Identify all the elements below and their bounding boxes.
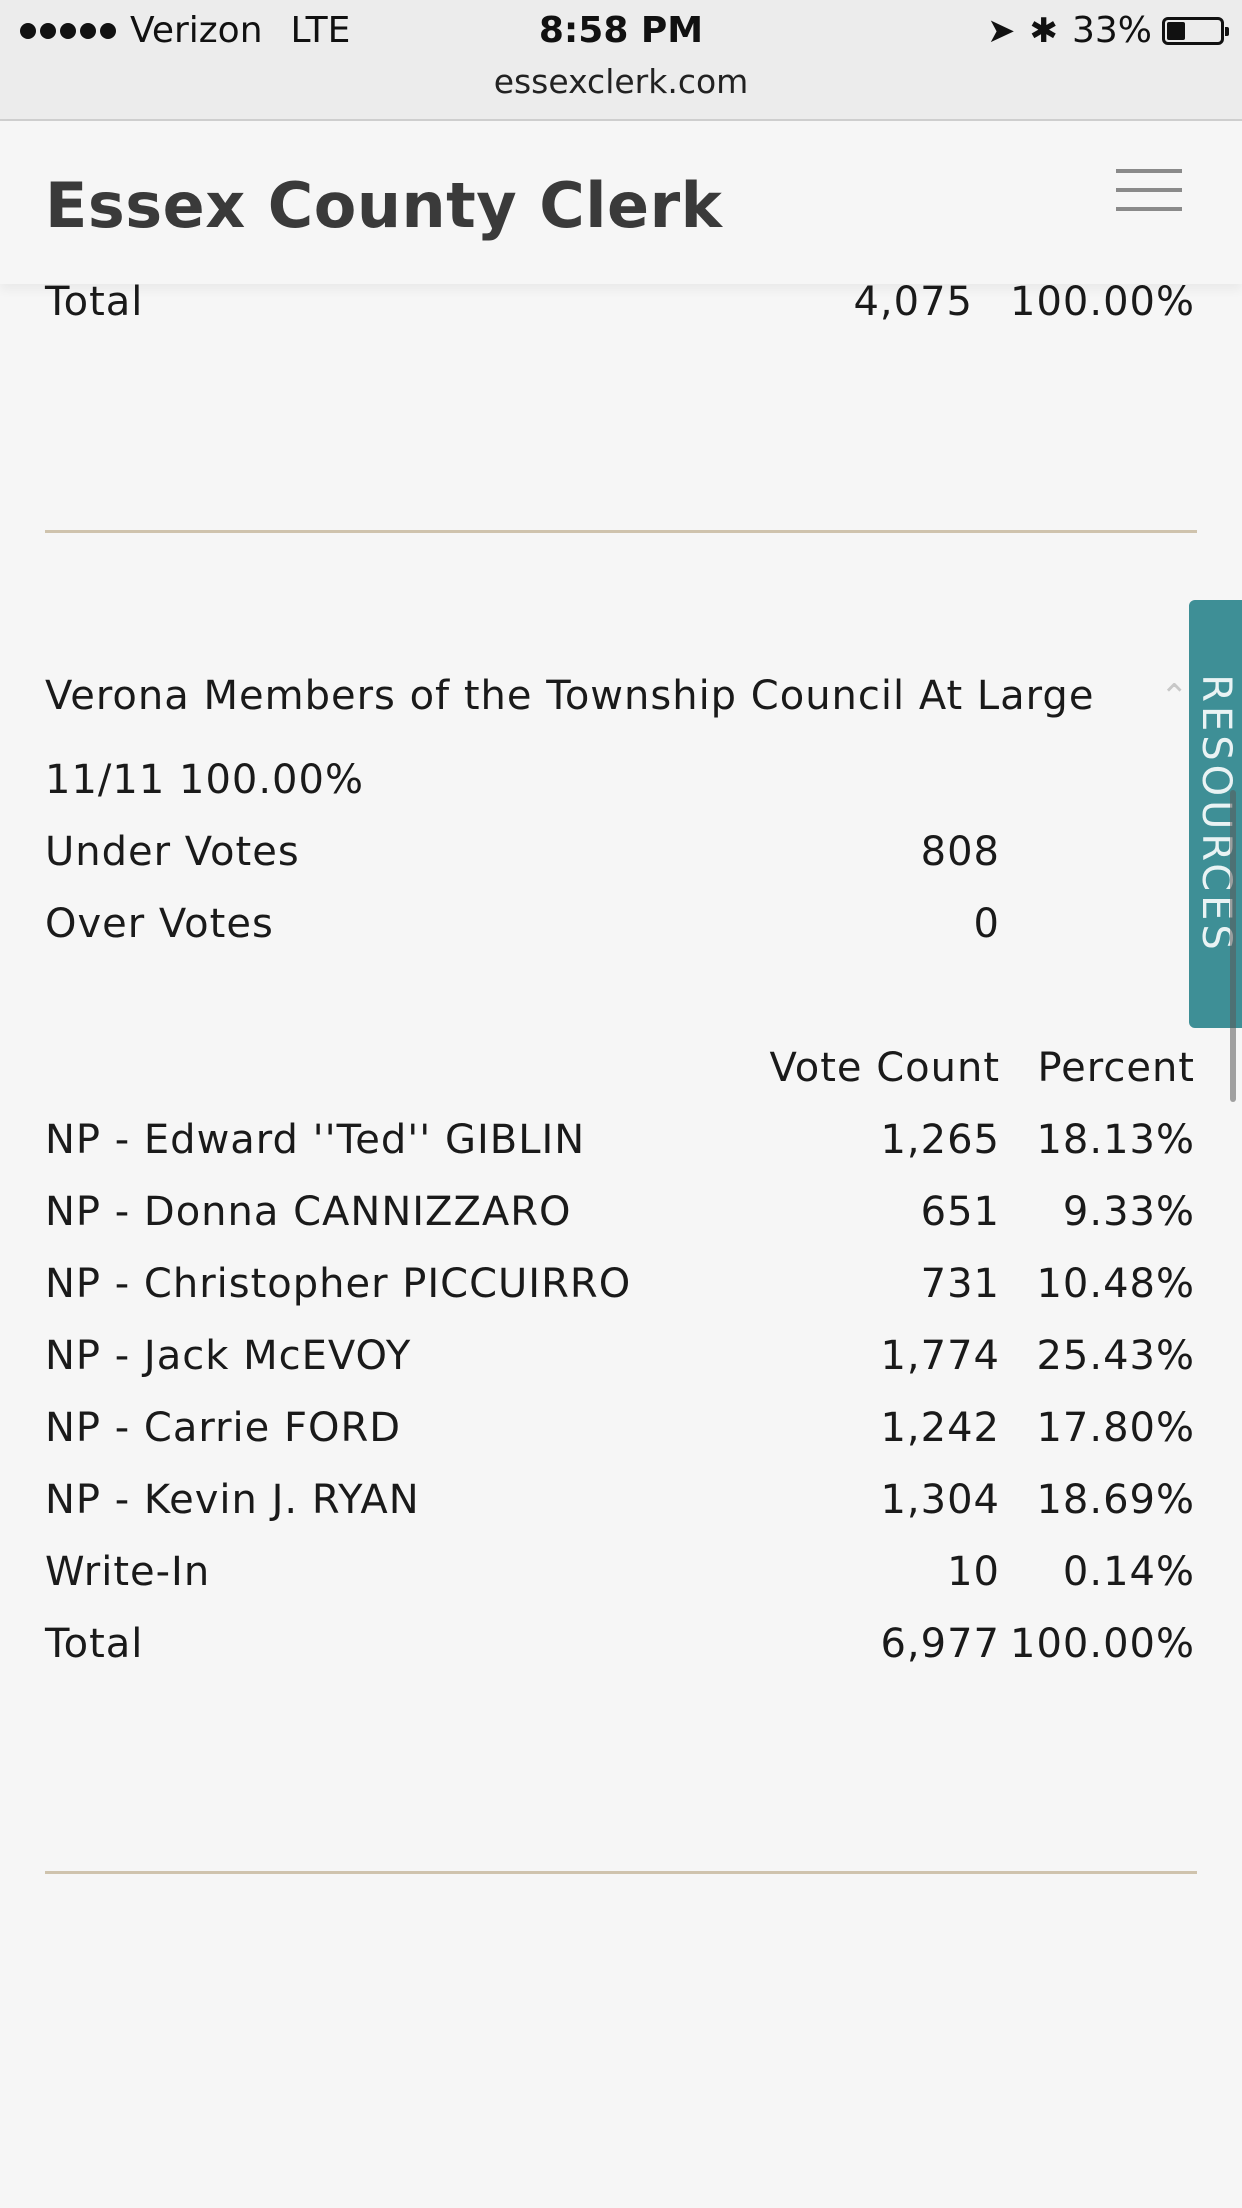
candidate-row: NP - Kevin J. RYAN 1,304 18.69% bbox=[45, 1472, 1195, 1528]
candidate-name: NP - Edward ''Ted'' GIBLIN bbox=[45, 1117, 586, 1163]
candidate-percent: 25.43% bbox=[1036, 1333, 1195, 1379]
write-in-row: Write-In 10 0.14% bbox=[45, 1544, 1195, 1600]
candidate-row: NP - Jack McEVOY 1,774 25.43% bbox=[45, 1328, 1195, 1384]
candidate-name: NP - Carrie FORD bbox=[45, 1405, 402, 1451]
candidate-name: Write-In bbox=[45, 1549, 211, 1595]
section-divider bbox=[45, 530, 1197, 533]
status-right: ➤ ✱ 33% bbox=[986, 10, 1229, 51]
under-votes-label: Under Votes bbox=[45, 829, 300, 875]
address-bar-url[interactable]: essexclerk.com bbox=[0, 62, 1242, 101]
candidate-percent: 9.33% bbox=[1062, 1189, 1195, 1235]
site-header: Essex County Clerk bbox=[0, 121, 1242, 284]
candidate-row: NP - Donna CANNIZZARO 651 9.33% bbox=[45, 1184, 1195, 1240]
candidate-percent: 10.48% bbox=[1036, 1261, 1195, 1307]
candidate-name: NP - Kevin J. RYAN bbox=[45, 1477, 420, 1523]
candidate-vote-count: 10 bbox=[947, 1549, 1000, 1595]
candidate-percent: 0.14% bbox=[1062, 1549, 1195, 1595]
candidate-vote-count: 731 bbox=[920, 1261, 1000, 1307]
candidate-percent: 17.80% bbox=[1036, 1405, 1195, 1451]
candidate-name: NP - Donna CANNIZZARO bbox=[45, 1189, 572, 1235]
under-votes-count: 808 bbox=[920, 829, 1000, 875]
candidate-name: NP - Jack McEVOY bbox=[45, 1333, 412, 1379]
race-total-row: Total 6,977 100.00% bbox=[45, 1616, 1195, 1672]
candidate-row: NP - Edward ''Ted'' GIBLIN 1,265 18.13% bbox=[45, 1112, 1195, 1168]
site-title[interactable]: Essex County Clerk bbox=[45, 169, 722, 242]
scrollbar[interactable] bbox=[1230, 790, 1236, 1102]
race-total-label: Total bbox=[45, 1621, 144, 1667]
status-bar: Verizon LTE 8:58 PM ➤ ✱ 33% essexclerk.c… bbox=[0, 0, 1242, 121]
candidate-name: NP - Christopher PICCUIRRO bbox=[45, 1261, 632, 1307]
hamburger-menu-icon[interactable] bbox=[1116, 169, 1182, 213]
over-votes-row: Over Votes 0 bbox=[45, 896, 1195, 952]
battery-fill bbox=[1167, 21, 1186, 40]
race-total-count: 6,977 bbox=[880, 1621, 1000, 1667]
candidate-vote-count: 1,265 bbox=[880, 1117, 1000, 1163]
candidate-vote-count: 1,304 bbox=[880, 1477, 1000, 1523]
race-total-percent: 100.00% bbox=[1010, 1621, 1195, 1667]
precincts-reporting: 11/11 100.00% bbox=[45, 757, 364, 803]
bluetooth-icon: ✱ bbox=[1029, 10, 1058, 51]
section-divider bbox=[45, 1871, 1197, 1874]
candidate-row: NP - Christopher PICCUIRRO 731 10.48% bbox=[45, 1256, 1195, 1312]
candidate-vote-count: 651 bbox=[920, 1189, 1000, 1235]
battery-percent: 33% bbox=[1071, 10, 1152, 51]
candidate-vote-count: 1,242 bbox=[880, 1405, 1000, 1451]
candidate-row: NP - Carrie FORD 1,242 17.80% bbox=[45, 1400, 1195, 1456]
race-title[interactable]: Verona Members of the Township Council A… bbox=[45, 668, 1094, 724]
candidate-vote-count: 1,774 bbox=[880, 1333, 1000, 1379]
under-votes-row: Under Votes 808 bbox=[45, 824, 1195, 880]
percent-header: Percent bbox=[1037, 1045, 1195, 1091]
candidate-percent: 18.69% bbox=[1036, 1477, 1195, 1523]
over-votes-count: 0 bbox=[973, 901, 1000, 947]
over-votes-label: Over Votes bbox=[45, 901, 274, 947]
battery-icon bbox=[1162, 16, 1229, 45]
chevron-up-icon[interactable]: ⌃ bbox=[1160, 680, 1189, 714]
results-header-row: Vote Count Percent bbox=[45, 1040, 1195, 1096]
vote-count-header: Vote Count bbox=[769, 1045, 1000, 1091]
candidate-percent: 18.13% bbox=[1036, 1117, 1195, 1163]
location-arrow-icon: ➤ bbox=[986, 10, 1016, 51]
